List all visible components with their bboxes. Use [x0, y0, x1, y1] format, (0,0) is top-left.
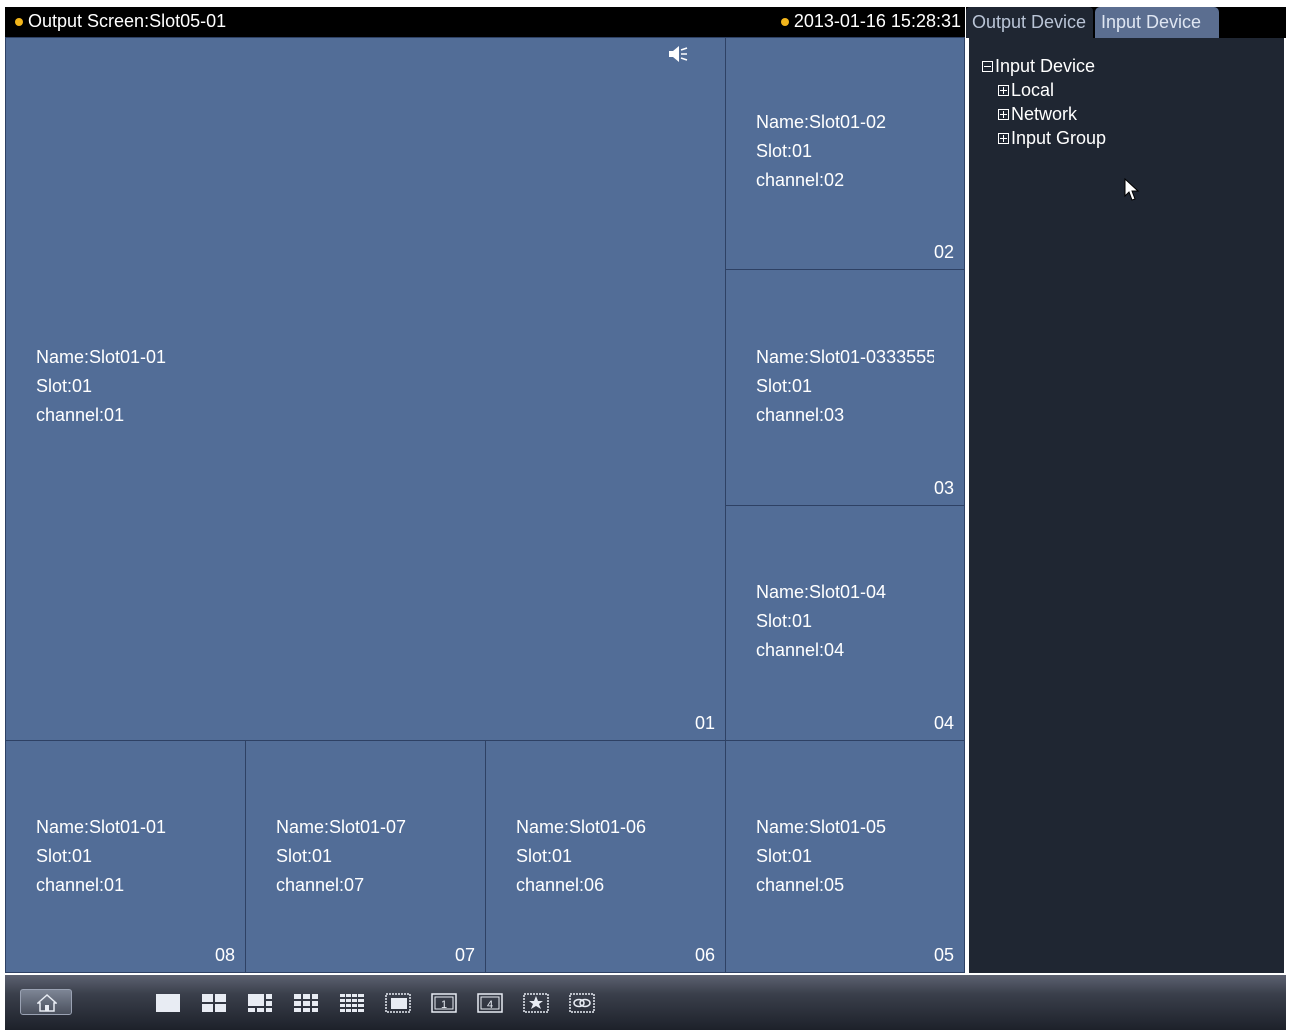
cell-info: Name:Slot01-01 Slot:01 channel:01	[36, 343, 166, 430]
cell-slot: Slot:01	[516, 846, 573, 866]
status-dot-icon	[780, 17, 789, 26]
cell-info: Name:Slot01-0333555 Slot:01 channel:03	[756, 343, 934, 430]
output-screen-label: Output Screen:Slot05-01	[15, 11, 226, 32]
input-device-panel: Input Device Local Network Input Group	[967, 38, 1285, 973]
device-tabs: Output Device Input Device	[966, 7, 1286, 38]
expand-icon[interactable]	[998, 132, 1009, 144]
single-screen-icon[interactable]: 1	[431, 993, 457, 1013]
video-cell-04[interactable]: Name:Slot01-04 Slot:01 channel:04 04	[725, 505, 965, 741]
pip-icon[interactable]	[385, 993, 411, 1013]
favorite-icon[interactable]	[523, 993, 549, 1013]
cell-slot: Slot:01	[276, 846, 333, 866]
cell-name: Name:Slot01-01	[36, 817, 167, 837]
tree-node-label: Input Device	[995, 56, 1096, 76]
cell-channel: channel:01	[36, 875, 125, 895]
datetime-text: 2013-01-16 15:28:31	[793, 11, 961, 31]
expand-icon[interactable]	[998, 84, 1009, 96]
cell-slot: Slot:01	[756, 141, 813, 161]
svg-text:1: 1	[441, 999, 447, 1011]
cell-channel: channel:04	[756, 640, 845, 660]
video-cell-03[interactable]: Name:Slot01-0333555 Slot:01 channel:03 0…	[725, 269, 965, 506]
cell-slot: Slot:01	[756, 611, 813, 631]
layout-1-icon[interactable]	[155, 993, 181, 1013]
cell-number: 02	[933, 242, 954, 262]
expand-icon[interactable]	[998, 108, 1009, 120]
home-icon	[37, 994, 57, 1012]
video-cell-02[interactable]: Name:Slot01-02 Slot:01 channel:02 02	[725, 37, 965, 270]
home-button[interactable]	[20, 989, 72, 1015]
link-icon[interactable]	[569, 993, 595, 1013]
collapse-icon[interactable]	[982, 60, 993, 72]
cell-channel: channel:02	[756, 170, 845, 190]
cell-channel: channel:01	[36, 405, 125, 425]
cell-channel: channel:06	[516, 875, 605, 895]
cell-channel: channel:07	[276, 875, 365, 895]
cell-slot: Slot:01	[36, 376, 93, 396]
cell-channel: channel:03	[756, 405, 845, 425]
video-wall-grid: Name:Slot01-01 Slot:01 channel:01 01 Nam…	[5, 37, 965, 973]
cell-number: 08	[214, 945, 235, 965]
mouse-cursor-icon	[1124, 178, 1140, 201]
tree-node-label: Network	[1011, 104, 1078, 124]
cell-number: 06	[694, 945, 715, 965]
cell-number: 03	[933, 478, 954, 498]
tree-node-label: Local	[1011, 80, 1055, 100]
tab-input-device[interactable]: Input Device	[1095, 7, 1219, 38]
datetime-label: 2013-01-16 15:28:31	[780, 11, 961, 32]
status-bar: Output Screen:Slot05-01 2013-01-16 15:28…	[5, 7, 965, 37]
cell-name: Name:Slot01-04	[756, 582, 887, 602]
video-cell-08[interactable]: Name:Slot01-01 Slot:01 channel:01 08	[5, 740, 246, 973]
cell-name: Name:Slot01-07	[276, 817, 407, 837]
cell-name: Name:Slot01-0333555	[756, 347, 934, 367]
tree-node-input-group[interactable]: Input Group	[982, 126, 1106, 150]
cell-slot: Slot:01	[36, 846, 93, 866]
tab-output-device[interactable]: Output Device	[966, 7, 1093, 38]
four-screen-icon[interactable]: 4	[477, 993, 503, 1013]
layout-9-icon[interactable]	[293, 993, 319, 1013]
cell-name: Name:Slot01-06	[516, 817, 647, 837]
bottom-toolbar: 1 4	[5, 975, 1286, 1030]
cell-channel: channel:05	[756, 875, 845, 895]
cell-number: 07	[454, 945, 475, 965]
tree-node-input-device[interactable]: Input Device	[982, 54, 1106, 78]
cell-number: 05	[933, 945, 954, 965]
tree-node-local[interactable]: Local	[982, 78, 1106, 102]
tree-node-network[interactable]: Network	[982, 102, 1106, 126]
cell-info: Name:Slot01-04 Slot:01 channel:04	[756, 578, 961, 665]
layout-4-icon[interactable]	[201, 993, 227, 1013]
cell-slot: Slot:01	[756, 376, 813, 396]
cell-info: Name:Slot01-07 Slot:01 channel:07	[276, 813, 406, 900]
tree-node-label: Input Group	[1011, 128, 1107, 148]
cell-info: Name:Slot01-01 Slot:01 channel:01	[36, 813, 166, 900]
video-cell-07[interactable]: Name:Slot01-07 Slot:01 channel:07 07	[245, 740, 486, 973]
layout-6-icon[interactable]	[247, 993, 273, 1013]
device-tree: Input Device Local Network Input Group	[982, 54, 1106, 150]
status-dot-icon	[15, 17, 23, 26]
cell-slot: Slot:01	[756, 846, 813, 866]
cell-info: Name:Slot01-06 Slot:01 channel:06	[516, 813, 646, 900]
cell-name: Name:Slot01-05	[756, 817, 887, 837]
video-cell-06[interactable]: Name:Slot01-06 Slot:01 channel:06 06	[485, 740, 726, 973]
speaker-mute-icon[interactable]	[667, 44, 689, 64]
cell-info: Name:Slot01-05 Slot:01 channel:05	[756, 813, 886, 900]
cell-name: Name:Slot01-01	[36, 347, 167, 367]
cell-info: Name:Slot01-02 Slot:01 channel:02	[756, 108, 961, 195]
video-cell-05[interactable]: Name:Slot01-05 Slot:01 channel:05 05	[725, 740, 965, 973]
cell-name: Name:Slot01-02	[756, 112, 887, 132]
svg-text:4: 4	[487, 999, 493, 1011]
output-screen-text: Output Screen:Slot05-01	[28, 11, 227, 31]
video-cell-01[interactable]: Name:Slot01-01 Slot:01 channel:01 01	[5, 37, 726, 741]
layout-16-icon[interactable]	[339, 993, 365, 1013]
cell-number: 04	[933, 713, 954, 733]
cell-number: 01	[694, 713, 715, 733]
